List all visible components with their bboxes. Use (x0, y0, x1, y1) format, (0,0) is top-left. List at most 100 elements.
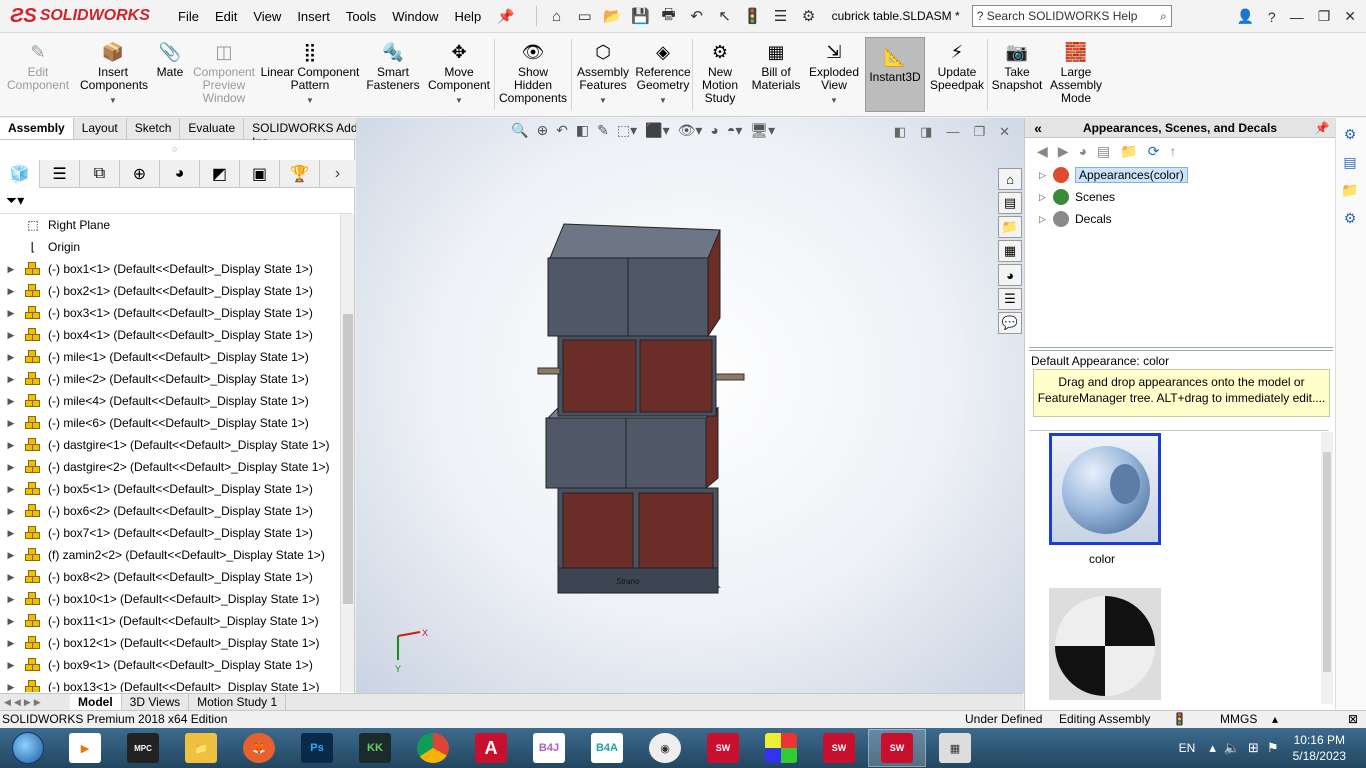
menu-insert[interactable]: Insert (289, 9, 338, 24)
new-motion-study-button[interactable]: ⚙ New Motion Study (693, 33, 747, 116)
taskbar-chrome[interactable] (404, 729, 462, 767)
tree-item-component[interactable]: ▶ (-) box13<1> (Default<<Default>_Display… (0, 676, 340, 692)
resources-icon[interactable]: ⚙ (1336, 122, 1364, 146)
instant3d-button[interactable]: 📐 Instant3D (865, 37, 925, 112)
tab-model[interactable]: Model (70, 694, 122, 710)
menu-help[interactable]: Help (446, 9, 489, 24)
back-icon[interactable]: ◀ (1037, 143, 1048, 160)
simulation-manager-tab-icon[interactable]: ▣ (240, 160, 280, 188)
take-snapshot-button[interactable]: 📷 Take Snapshot (988, 33, 1046, 116)
splitter-handle-icon[interactable]: ○ (172, 144, 177, 154)
save-icon[interactable]: 💾 (630, 5, 652, 27)
taskbar-b4j[interactable]: B4J (520, 729, 578, 767)
cabinet-top-cubes[interactable] (547, 223, 721, 338)
restore-icon[interactable]: ❐ (1318, 8, 1331, 25)
taskbar-calculator[interactable]: ▦ (926, 729, 984, 767)
pane-splitter[interactable] (1029, 347, 1333, 351)
taskbar-media-player[interactable]: ▶ (56, 729, 114, 767)
appearances-scenes-icon[interactable]: ◕ (998, 264, 1022, 286)
show-hidden-components-button[interactable]: 👁 Show Hidden Components (495, 33, 571, 116)
tree-item-component[interactable]: ▶ (-) box10<1> (Default<<Default>_Display… (0, 588, 340, 610)
taskbar-solidworks-2018[interactable]: SW (694, 729, 752, 767)
tree-item-component[interactable]: ▶ (-) box4<1> (Default<<Default>_Display … (0, 324, 340, 346)
gallery-scrollbar[interactable] (1321, 432, 1333, 704)
explorer-icon[interactable]: 📁 (1336, 178, 1364, 202)
chevron-right-icon[interactable]: ▶ (4, 484, 18, 495)
component-preview-window-button[interactable]: ◫ Component Preview Window (190, 33, 258, 116)
chevron-down-icon[interactable]: ▼ (830, 94, 838, 107)
appearance-thumbnail-color[interactable] (1049, 433, 1161, 545)
tree-item-component[interactable]: ▶ (-) dastgire<2> (Default<<Default>_Disp… (0, 456, 340, 478)
tree-scrollbar[interactable] (340, 214, 354, 692)
pin-menu-icon[interactable]: 📌 (497, 8, 514, 25)
chevron-right-icon[interactable]: ▷ (1039, 214, 1049, 225)
tree-item-origin[interactable]: ⌊ Origin (0, 236, 340, 258)
chevron-right-icon[interactable]: ▶ (4, 528, 18, 539)
tree-item-component[interactable]: ▶ (-) box2<1> (Default<<Default>_Display … (0, 280, 340, 302)
chevron-down-icon[interactable]: ▼ (455, 94, 463, 107)
tree-item-right-plane[interactable]: ⬚ Right Plane (0, 214, 340, 236)
chevron-right-icon[interactable]: ▷ (1039, 192, 1049, 203)
options-gear-icon[interactable]: ⚙ (798, 5, 820, 27)
graphics-area[interactable]: 🔍 ⊕ ↶ ◧ ✎ ⬚▾ ⬛▾ 👁▾ ◕ ◓▾ 🖥▾ ◧ ◨ — ❐ ✕ Str… (356, 118, 1024, 693)
bill-of-materials-button[interactable]: ▦ Bill of Materials (747, 33, 805, 116)
chevron-right-icon[interactable]: ▶ (4, 330, 18, 341)
file-properties-icon[interactable]: ☰ (770, 5, 792, 27)
menu-file[interactable]: File (170, 9, 207, 24)
property-manager-tab-icon[interactable]: ☰ (40, 160, 80, 188)
taskbar-solidworks-2018-active[interactable]: SW (868, 729, 926, 767)
select-pointer-icon[interactable]: ↖ (714, 5, 736, 27)
add-to-favorites-icon[interactable]: ◕ (1079, 143, 1087, 159)
tree-item-component[interactable]: ▶ (-) box8<2> (Default<<Default>_Display … (0, 566, 340, 588)
chevron-right-icon[interactable]: ▶ (4, 660, 18, 671)
reference-geometry-button[interactable]: ◈ Reference Geometry ▼ (634, 33, 692, 116)
flag-icon[interactable]: ⚑ (1267, 740, 1279, 756)
filter-icon[interactable]: ⏷▾ (6, 192, 24, 208)
units-up-icon[interactable]: ▴ (1272, 711, 1278, 728)
new-document-icon[interactable]: ▭ (574, 5, 596, 27)
menu-edit[interactable]: Edit (207, 9, 245, 24)
pin-pane-icon[interactable]: 📌 (1309, 121, 1335, 135)
custom-properties-icon[interactable]: ☰ (998, 288, 1022, 310)
tree-item-component[interactable]: ▶ (-) box1<1> (Default<<Default>_Display … (0, 258, 340, 280)
forward-icon[interactable]: ▶ (1058, 143, 1069, 160)
chevron-right-icon[interactable]: ▶ (4, 638, 18, 649)
display-manager-tab-icon[interactable]: ◕ (160, 160, 200, 188)
search-icon[interactable]: ⌕ (1160, 9, 1167, 24)
model-viewport[interactable]: Strano X Y (356, 118, 1024, 693)
library-icon[interactable]: ▤ (1336, 150, 1364, 174)
chevron-right-icon[interactable]: ▷ (1039, 170, 1049, 181)
update-speedpak-button[interactable]: ⚡ Update Speedpak (927, 33, 987, 116)
chevron-down-icon[interactable]: ▼ (659, 94, 667, 107)
feature-manager-tab-icon[interactable]: 🧊 (0, 160, 40, 188)
language-indicator[interactable]: EN (1179, 741, 1196, 755)
tree-item-component[interactable]: ▶ (-) box7<1> (Default<<Default>_Display … (0, 522, 340, 544)
design-library-icon[interactable]: ▤ (998, 192, 1022, 214)
chevron-right-icon[interactable]: ▶ (4, 374, 18, 385)
taskbar-firefox[interactable]: 🦊 (230, 729, 288, 767)
chevron-down-icon[interactable]: ▼ (599, 94, 607, 107)
rebuild-traffic-light-icon[interactable]: 🚦 (742, 5, 764, 27)
configuration-manager-tab-icon[interactable]: ⧉ (80, 160, 120, 188)
scrollbar-thumb[interactable] (1323, 452, 1331, 672)
undo-icon[interactable]: ↶ (686, 5, 708, 27)
forum-icon[interactable]: 💬 (998, 312, 1022, 334)
chevron-right-icon[interactable]: ▶ (4, 352, 18, 363)
add-file-location-icon[interactable]: ▤ (1097, 143, 1110, 160)
appearance-tree-item[interactable]: ▷ Appearances(color) (1025, 164, 1335, 186)
chevron-right-icon[interactable]: ▶ (4, 462, 18, 473)
show-hidden-icons-icon[interactable]: ▴ (1209, 740, 1216, 756)
tree-item-component[interactable]: ▶ (-) box3<1> (Default<<Default>_Display … (0, 302, 340, 324)
menu-window[interactable]: Window (384, 9, 446, 24)
units-selector[interactable]: MMGS (1220, 711, 1257, 728)
volume-icon[interactable]: 🔈 (1224, 740, 1240, 756)
tab-3d-views[interactable]: 3D Views (122, 694, 190, 710)
chevron-right-icon[interactable]: ▶ (4, 264, 18, 275)
chevron-right-icon[interactable]: › (320, 160, 355, 188)
dimxpert-manager-tab-icon[interactable]: ⊕ (120, 160, 160, 188)
tab-navigation-arrows-icon[interactable]: ◀◀▶▶ (0, 694, 70, 710)
taskbar-autocad[interactable]: A (462, 729, 520, 767)
view-palette-icon[interactable]: ▦ (998, 240, 1022, 262)
appearance-thumbnail-checker[interactable] (1049, 588, 1161, 700)
solidworks-resources-icon[interactable]: ⌂ (998, 168, 1022, 190)
